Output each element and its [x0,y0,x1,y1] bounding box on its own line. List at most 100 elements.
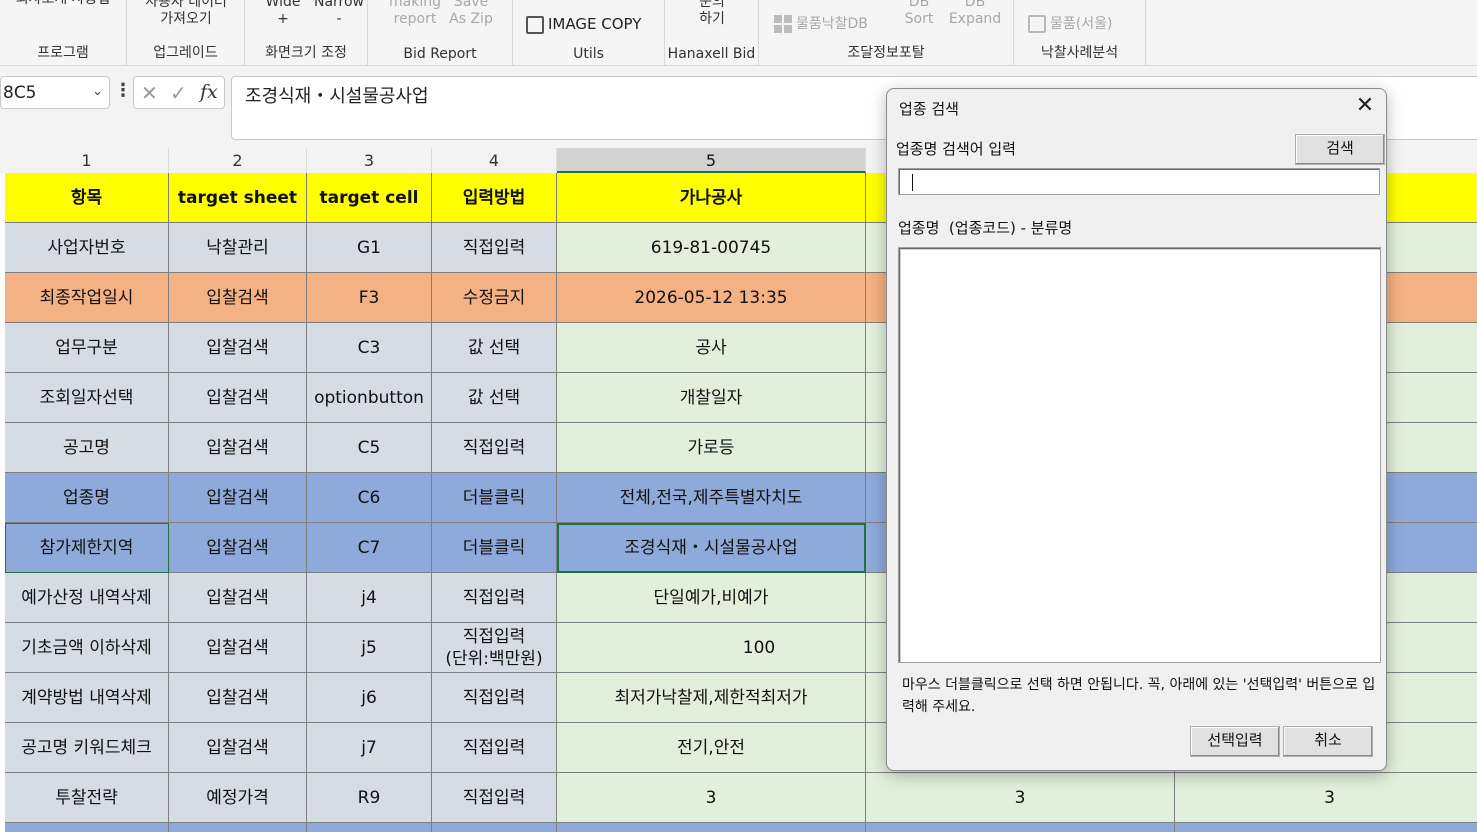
table-cell[interactable]: 입찰검색 [169,723,307,773]
table-cell[interactable]: 단일예가,비예가 [557,573,866,623]
table-cell[interactable]: 입찰검색 [169,423,307,473]
table-cell[interactable]: 수정금지 [432,273,557,323]
table-cell[interactable]: 업종명 [5,473,169,523]
table-cell[interactable] [307,823,432,832]
table-cell[interactable]: 입찰검색 [169,373,307,423]
image-copy-button[interactable]: IMAGE COPY [526,15,641,34]
table-cell[interactable]: 입찰검색 [169,473,307,523]
table-cell[interactable]: C7 [307,523,432,573]
table-cell[interactable]: 더블클릭 [432,523,557,573]
table-cell[interactable] [169,823,307,832]
table-header-cell[interactable]: 가나공사 [557,173,866,223]
table-cell[interactable]: 619-81-00745 [557,223,866,273]
table-cell[interactable]: 직접입력 [432,723,557,773]
table-cell[interactable]: 낙찰관리 [169,223,307,273]
table-cell[interactable]: 전체,전국,제주특별자치도 [557,473,866,523]
table-cell[interactable]: optionbutton [307,373,432,423]
table-cell[interactable]: 입찰검색 [169,523,307,573]
table-cell[interactable]: 100 [557,623,866,673]
name-box[interactable]: 8C5 ⌄ [0,76,110,109]
table-cell[interactable]: F3 [307,273,432,323]
search-button[interactable]: 검색 [1295,134,1385,165]
column-header[interactable]: 3 [307,148,432,173]
industry-listbox[interactable] [898,247,1381,663]
table-cell[interactable]: 직접입력 (단위:백만원) [432,623,557,673]
table-cell[interactable]: 입찰검색 [169,273,307,323]
table-cell[interactable]: 조경식재・시설물공사업 [557,523,866,573]
db-sort-button[interactable]: DB Sort [899,0,939,28]
cancel-button[interactable]: 취소 [1283,726,1373,757]
table-cell[interactable]: 직접입력 [432,223,557,273]
table-cell[interactable]: 공고명 키워드체크 [5,723,169,773]
table-cell[interactable]: 참가제한지역 [5,523,169,573]
close-icon[interactable]: ✕ [1354,95,1376,117]
check-icon[interactable]: ✓ [170,81,187,105]
table-cell[interactable]: 직접입력 [432,773,557,823]
table-cell[interactable]: 공사 [557,323,866,373]
table-cell[interactable]: 입찰검색 [169,623,307,673]
insert-function-icon[interactable]: fx [200,81,218,103]
search-input[interactable] [898,168,1380,195]
table-cell[interactable]: G1 [307,223,432,273]
table-cell[interactable]: C5 [307,423,432,473]
table-cell[interactable]: 직접입력 [432,573,557,623]
table-cell[interactable]: 공고명 [5,423,169,473]
table-cell[interactable]: 가로등 [557,423,866,473]
table-cell[interactable]: 전기,안전 [557,723,866,773]
table-cell[interactable]: 2026-05-12 13:35 [557,273,866,323]
table-cell[interactable]: 3 [1175,773,1477,823]
more-options-icon[interactable]: ⋮ [114,80,132,101]
column-header-selected[interactable]: 5 [557,148,866,173]
table-header-cell[interactable]: 입력방법 [432,173,557,223]
select-input-button[interactable]: 선택입력 [1190,726,1280,757]
table-cell[interactable]: 더블클릭으로 [432,823,557,832]
table-header-cell[interactable]: target sheet [169,173,307,223]
table-cell[interactable]: 최저가낙찰제,제한적최저가 [557,673,866,723]
table-cell[interactable]: 직접입력 [432,673,557,723]
import-user-data-button[interactable]: 사용자 데이터 가져오기 [127,0,245,28]
making-report-button[interactable]: making report [382,0,448,28]
save-as-zip-button[interactable]: Save As Zip [446,0,496,28]
goods-seoul-button[interactable]: 물품(서울) [1028,13,1112,33]
table-cell[interactable]: 예가산정 내역삭제 [5,573,169,623]
table-cell[interactable] [866,823,1175,832]
table-cell[interactable]: C3 [307,323,432,373]
table-cell[interactable]: 입찰검색 [169,673,307,723]
table-cell[interactable]: 투찰전략 [5,773,169,823]
column-header[interactable]: 4 [432,148,557,173]
table-cell[interactable] [1175,823,1477,832]
table-cell[interactable]: j4 [307,573,432,623]
company-intro-button[interactable]: 회사소개 사용법 [0,0,126,8]
column-header[interactable]: 1 [5,148,169,173]
table-cell[interactable] [557,823,866,832]
table-cell[interactable]: 계약방법 내역삭제 [5,673,169,723]
table-cell[interactable]: 3 [557,773,866,823]
table-cell[interactable]: 직접입력 [432,423,557,473]
table-cell[interactable]: 입찰검색 [169,573,307,623]
chevron-down-icon[interactable]: ⌄ [92,84,103,99]
goods-bid-db-button[interactable]: 물품낙찰DB [774,13,868,33]
table-cell[interactable]: j6 [307,673,432,723]
table-cell[interactable]: 값 선택 [432,323,557,373]
narrow-button[interactable]: Narrow - [311,0,367,28]
table-cell[interactable]: 예정가격 [169,773,307,823]
table-cell[interactable]: 개찰일자 [557,373,866,423]
table-cell[interactable]: j7 [307,723,432,773]
column-header[interactable]: 2 [169,148,307,173]
table-cell[interactable]: 기초금액 이하삭제 [5,623,169,673]
table-cell[interactable]: 값 선택 [432,373,557,423]
inquiry-button[interactable]: 문의 하기 [665,0,759,28]
db-expand-button[interactable]: DB Expand [946,0,1004,28]
cancel-icon[interactable]: ✕ [141,81,158,105]
wide-button[interactable]: Wide + [258,0,308,28]
table-cell[interactable]: C6 [307,473,432,523]
table-cell[interactable]: 업무구분 [5,323,169,373]
table-cell[interactable]: 더블클릭 [432,473,557,523]
table-cell[interactable]: j5 [307,623,432,673]
table-cell[interactable]: 3 [866,773,1175,823]
table-cell[interactable]: 사업자번호 [5,223,169,273]
table-cell[interactable]: 입찰검색 [169,323,307,373]
table-cell[interactable] [5,823,169,832]
table-cell[interactable]: 조회일자선택 [5,373,169,423]
table-header-cell[interactable]: target cell [307,173,432,223]
